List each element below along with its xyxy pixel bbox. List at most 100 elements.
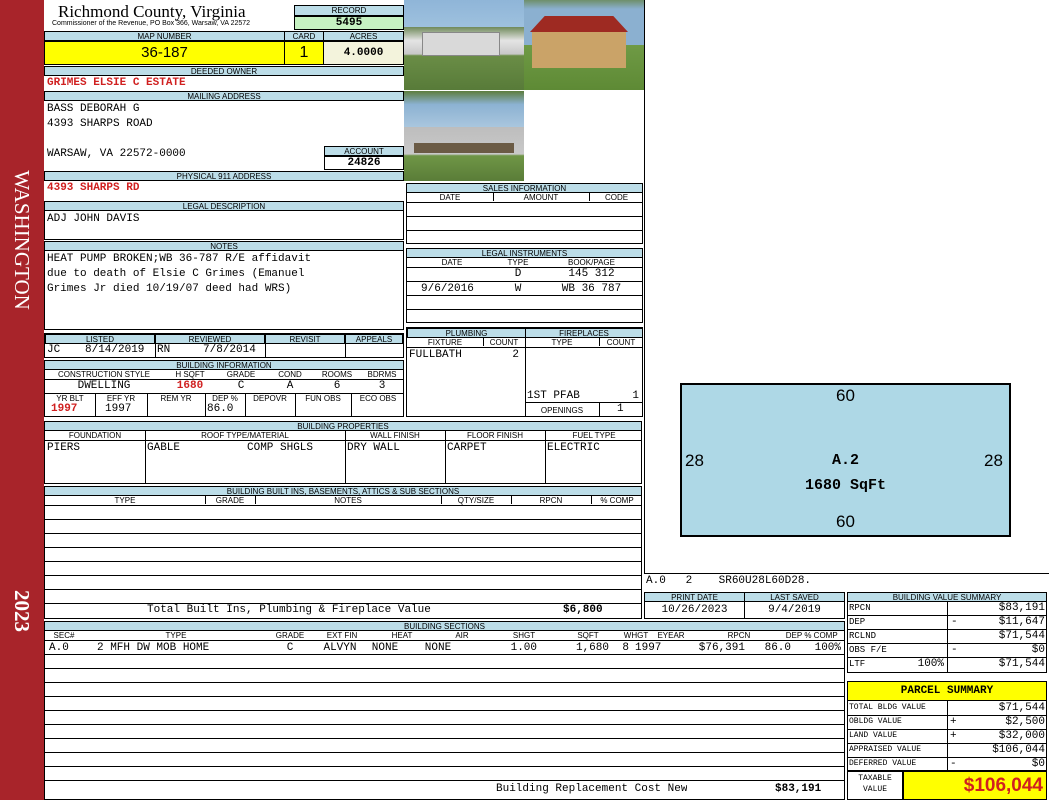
funobs-header: FUN OBS [305,394,341,403]
fireplaces-label: FIREPLACES [525,328,643,338]
fp-type-value: 1ST PFAB [527,390,580,402]
ps-row2-value: $2,500 [1005,716,1045,728]
ps-row4-label: APPRAISED VALUE [849,745,922,754]
ecoobs-header: ECO OBS [359,394,397,403]
notes-line3: Grimes Jr died 10/19/07 deed had WRS) [47,283,292,295]
card-value: 1 [284,41,324,65]
account-label: ACCOUNT [324,146,404,156]
sec-row-dep: 86.0 [764,642,791,654]
roof-material-value: COMP SHGLS [247,442,314,454]
fuel-value: ELECTRIC [547,442,600,454]
sec-eyear-header: EYEAR [657,631,685,640]
ps-row3-value: $32,000 [998,730,1045,742]
ps-row3-label: LAND VALUE [849,731,898,740]
yrblt-header: YR BLT [56,394,84,403]
instr-row1-type: D [514,268,522,280]
rcn-label: Building Replacement Cost New [496,783,688,795]
taxable-label-line1: TAXABLE [858,774,892,783]
map-number-label: MAP NUMBER [44,31,285,41]
sales-amount-header: AMOUNT [523,193,559,202]
sec-sqft-header: SQFT [577,631,599,640]
vs-row3-label: RCLND [849,631,877,641]
floor-header: FLOOR FINISH [466,431,523,440]
depovr-header: DEPOVR [253,394,287,403]
district-label: WASHINGTON [10,170,34,310]
sales-table: DATE AMOUNT CODE [406,192,643,244]
sec-type-header: TYPE [165,631,187,640]
cond-value: A [286,380,294,392]
sketch-top-dim: 60 [836,386,855,405]
dep-value: 86.0 [207,403,234,415]
plumbing-label: PLUMBING [407,328,526,338]
sec-whgt-header: WHGT [623,631,649,640]
sketch-area-label: 1680 SqFt [804,477,886,494]
building-info-table: CONSTRUCTION STYLE H SQFT GRADE COND ROO… [44,369,404,417]
vs-row4-value: $0 [1031,644,1045,656]
foundation-value: PIERS [47,442,81,454]
vs-row1-label: RPCN [849,603,871,613]
sections-table: SEC# TYPE GRADE EXT FIN HEAT AIR SHGT SQ… [44,630,845,800]
physical-value: 4393 SHARPS RD [47,182,140,194]
vs-row5-pct: 100% [917,658,944,670]
ps-row1-label: TOTAL BLDG VALUE [849,703,926,712]
builtins-comp-header: % COMP [600,496,634,505]
mailing-label: MAILING ADDRESS [44,91,404,101]
sketch-bottom-dim: 60 [836,512,855,531]
yrblt-value: 1997 [51,403,78,415]
physical-label: PHYSICAL 911 ADDRESS [44,171,404,181]
sec-shgt-header: SHGT [512,631,536,640]
record-value: 5495 [294,16,404,30]
builtins-qty-header: QTY/SIZE [457,496,495,505]
revisit-header: REVISIT [265,334,345,344]
listing-table: LISTED REVIEWED REVISIT APPEALS JC 8/14/… [44,333,404,358]
map-number-value: 36-187 [44,41,285,65]
dep-header: DEP % [212,394,238,403]
record-label: RECORD [294,5,404,16]
sketch-code: A.2 [831,452,859,469]
taxable-label-line2: VALUE [862,785,887,794]
value-summary-table: RPCN $83,191 DEP - $11,647 RCLND $71,544… [847,601,1047,673]
fuel-header: FUEL TYPE [572,431,616,440]
wall-value: DRY WALL [347,442,400,454]
fp-count-value: 1 [632,390,639,402]
acres-label: ACRES [323,31,404,41]
cond-header: COND [278,370,302,379]
legal-value: ADJ JOHN DAVIS [47,213,140,225]
instr-date-header: DATE [441,258,463,267]
grade-header: GRADE [226,370,256,379]
sec-heat-header: HEAT [391,631,413,640]
property-photo-2 [524,0,644,90]
construction-style-header: CONSTRUCTION STYLE [57,370,150,379]
owner-label: DEEDED OWNER [44,66,404,76]
fp-type-header: TYPE [551,338,573,347]
hsqft-header: H SQFT [175,370,205,379]
print-date-value: 10/26/2023 [644,601,745,619]
wall-header: WALL FINISH [370,431,420,440]
roof-type-value: GABLE [147,442,181,454]
year-label: 2023 [10,590,34,632]
instr-book-header: BOOK/PAGE [568,258,615,267]
sec-row-comp: 100% [814,642,841,654]
vs-row5-value: $71,544 [998,658,1045,670]
parcel-summary-label: PARCEL SUMMARY [847,681,1047,701]
mailing-line3: WARSAW, VA 22572-0000 [47,148,186,160]
rcn-value: $83,191 [775,783,822,795]
sketch-footer: A.0 2 SR60U28L60D28. [646,575,812,587]
bdrms-value: 3 [378,380,386,392]
instr-row1-book: 145 312 [568,268,615,280]
taxable-value: $106,044 [903,771,1047,800]
instruments-table: DATE TYPE BOOK/PAGE D 145 312 9/6/2016 W… [406,257,643,323]
openings-value: 1 [617,403,624,415]
reviewed-by: RN [157,344,171,356]
fixture-count: 2 [512,349,519,361]
ps-row4-value: $106,044 [992,744,1045,756]
mailing-line2: 4393 SHARPS ROAD [47,118,153,130]
construction-style-value: DWELLING [77,380,131,392]
vs-row2-value: $11,647 [998,616,1045,628]
ps-row1-value: $71,544 [998,702,1045,714]
ps-row5-label: DEFERRED VALUE [849,759,917,768]
effyr-header: EFF YR [106,394,136,403]
bdrms-header: BDRMS [367,370,397,379]
property-photo-3 [404,91,524,181]
builtins-total-value: $6,800 [563,604,603,616]
